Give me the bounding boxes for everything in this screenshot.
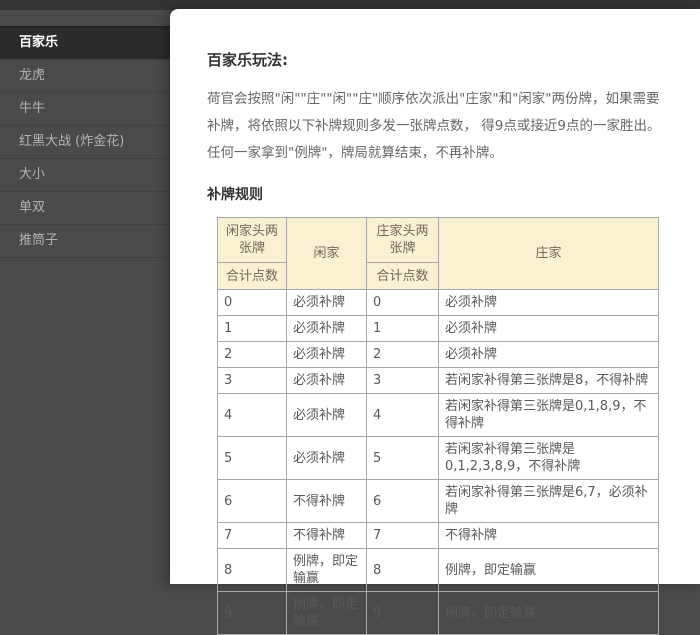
sidebar: 百家乐 龙虎 牛牛 红黑大战 (炸金花) 大小 单双 推筒子 [0,10,175,584]
page-title: 百家乐玩法: [207,49,680,70]
banker-total-cell: 4 [367,394,439,437]
banker-action-cell: 必须补牌 [439,316,659,342]
banker-total-cell: 8 [367,549,439,592]
sidebar-item-red-black-war[interactable]: 红黑大战 (炸金花) [0,126,175,159]
banker-action-cell: 若闲家补得第三张牌是0,1,8,9，不得补牌 [439,394,659,437]
table-row: 2必须补牌2必须补牌 [218,342,659,368]
table-row: 6不得补牌6若闲家补得第三张牌是6,7，必须补牌 [218,480,659,523]
game-intro-paragraph: 荷官会按照"闲""庄""闲""庄"顺序依次派出"庄家"和"闲家"两份牌，如果需要… [207,86,667,167]
player-total-cell: 8 [218,549,287,592]
player-total-header: 合计点数 [218,263,287,290]
player-total-cell: 6 [218,480,287,523]
player-total-cell: 5 [218,437,287,480]
banker-total-cell: 3 [367,368,439,394]
banker-total-cell: 0 [367,290,439,316]
player-action-cell: 必须补牌 [287,437,367,480]
player-action-cell: 必须补牌 [287,316,367,342]
player-total-cell: 3 [218,368,287,394]
sidebar-item-dragon-tiger[interactable]: 龙虎 [0,60,175,93]
table-row: 7不得补牌7不得补牌 [218,523,659,549]
player-action-cell: 例牌，即定输赢 [287,592,367,635]
player-action-cell: 不得补牌 [287,480,367,523]
player-action-cell: 必须补牌 [287,290,367,316]
player-total-cell: 0 [218,290,287,316]
rules-table-body: 0必须补牌0必须补牌1必须补牌1必须补牌2必须补牌2必须补牌3必须补牌3若闲家补… [218,290,659,635]
table-row: 0必须补牌0必须补牌 [218,290,659,316]
banker-action-cell: 例牌，即定输赢 [439,549,659,592]
rules-table: 闲家头两张牌 闲家 庄家头两张牌 庄家 合计点数 合计点数 0必须补牌0必须补牌… [217,217,659,635]
sidebar-item-tuitongzi[interactable]: 推筒子 [0,225,175,258]
sidebar-item-niuniu[interactable]: 牛牛 [0,93,175,126]
rules-table-head: 闲家头两张牌 闲家 庄家头两张牌 庄家 合计点数 合计点数 [218,218,659,290]
player-total-cell: 1 [218,316,287,342]
player-total-cell: 2 [218,342,287,368]
table-row: 1必须补牌1必须补牌 [218,316,659,342]
banker-first-two-header: 庄家头两张牌 [367,218,439,263]
banker-total-cell: 6 [367,480,439,523]
rules-heading: 补牌规则 [207,184,680,204]
banker-header: 庄家 [439,218,659,290]
banker-total-cell: 7 [367,523,439,549]
player-total-cell: 7 [218,523,287,549]
player-header: 闲家 [287,218,367,290]
banker-action-cell: 若闲家补得第三张牌是8，不得补牌 [439,368,659,394]
player-action-cell: 必须补牌 [287,342,367,368]
banker-total-cell: 9 [367,592,439,635]
banker-action-cell: 必须补牌 [439,290,659,316]
banker-total-cell: 1 [367,316,439,342]
banker-action-cell: 若闲家补得第三张牌是6,7，必须补牌 [439,480,659,523]
player-action-cell: 不得补牌 [287,523,367,549]
banker-total-cell: 2 [367,342,439,368]
table-row: 8例牌，即定输赢8例牌，即定输赢 [218,549,659,592]
player-action-cell: 必须补牌 [287,368,367,394]
player-action-cell: 例牌，即定输赢 [287,549,367,592]
table-row: 5必须补牌5若闲家补得第三张牌是0,1,2,3,8,9，不得补牌 [218,437,659,480]
banker-action-cell: 不得补牌 [439,523,659,549]
banker-action-cell: 若闲家补得第三张牌是0,1,2,3,8,9，不得补牌 [439,437,659,480]
sidebar-item-baccarat[interactable]: 百家乐 [0,26,175,60]
banker-total-header: 合计点数 [367,263,439,290]
banker-action-cell: 必须补牌 [439,342,659,368]
sidebar-item-big-small[interactable]: 大小 [0,159,175,192]
banker-action-cell: 例牌，即定输赢 [439,592,659,635]
player-total-cell: 9 [218,592,287,635]
table-row: 3必须补牌3若闲家补得第三张牌是8，不得补牌 [218,368,659,394]
sidebar-item-odd-even[interactable]: 单双 [0,192,175,225]
table-row: 4必须补牌4若闲家补得第三张牌是0,1,8,9，不得补牌 [218,394,659,437]
player-action-cell: 必须补牌 [287,394,367,437]
banker-total-cell: 5 [367,437,439,480]
table-row: 9例牌，即定输赢9例牌，即定输赢 [218,592,659,635]
player-first-two-header: 闲家头两张牌 [218,218,287,263]
player-total-cell: 4 [218,394,287,437]
content-panel: 百家乐玩法: 荷官会按照"闲""庄""闲""庄"顺序依次派出"庄家"和"闲家"两… [170,9,700,584]
